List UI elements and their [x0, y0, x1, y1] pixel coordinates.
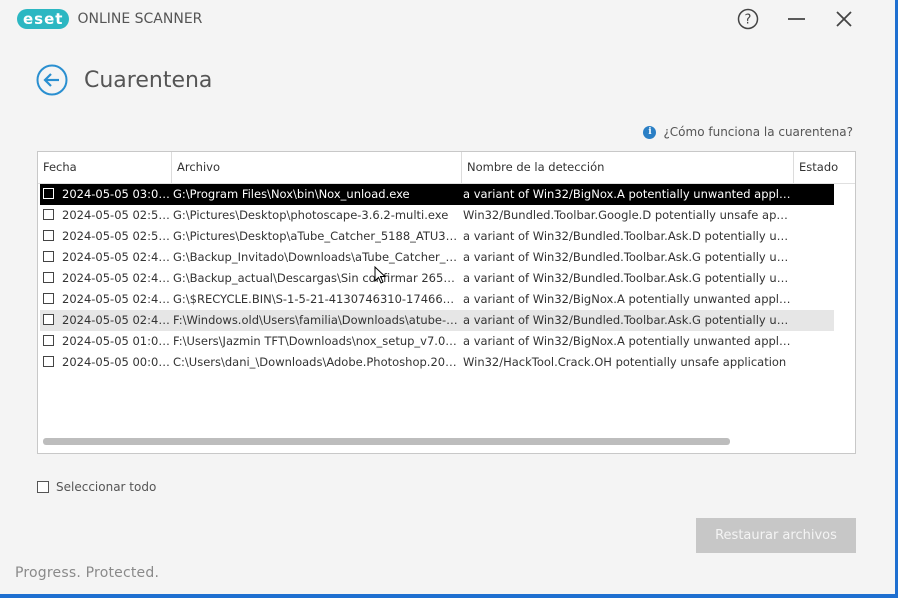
row-checkbox[interactable]	[43, 230, 54, 241]
horizontal-scrollbar[interactable]	[43, 438, 730, 445]
product-name: ONLINE SCANNER	[77, 11, 203, 27]
quarantine-table: Fecha Archivo Nombre de la detección Est…	[37, 151, 856, 454]
table-row[interactable]: 2024-05-05 03:00:57 G:\Program Files\Nox…	[40, 184, 834, 205]
restore-files-button[interactable]: Restaurar archivos	[696, 518, 856, 553]
row-checkbox[interactable]	[43, 188, 54, 199]
page-title: Cuarentena	[84, 68, 213, 93]
row-checkbox[interactable]	[43, 251, 54, 262]
quarantine-help-text: ¿Cómo funciona la cuarentena?	[663, 125, 853, 139]
row-file: G:\$RECYCLE.BIN\S-1-5-21-4130746310-1746…	[173, 292, 460, 306]
row-detection: Win32/Bundled.Toolbar.Google.D potential…	[463, 208, 793, 222]
row-checkbox[interactable]	[43, 272, 54, 283]
row-checkbox[interactable]	[43, 356, 54, 367]
minimize-icon	[788, 18, 805, 20]
row-checkbox[interactable]	[43, 335, 54, 346]
row-file: C:\Users\dani_\Downloads\Adobe.Photoshop…	[173, 355, 460, 369]
help-button[interactable]: ?	[737, 8, 759, 30]
row-file: G:\Pictures\Desktop\aTube_Catcher_5188_A…	[173, 229, 460, 243]
column-header-detection[interactable]: Nombre de la detección	[462, 152, 794, 183]
row-date: 2024-05-05 02:47:56	[62, 250, 172, 264]
table-rows: 2024-05-05 03:00:57 G:\Program Files\Nox…	[40, 184, 834, 373]
row-detection: a variant of Win32/Bundled.Toolbar.Ask.G…	[463, 250, 793, 264]
row-file: G:\Pictures\Desktop\photoscape-3.6.2-mul…	[173, 208, 449, 222]
row-detection: a variant of Win32/Bundled.Toolbar.Ask.D…	[463, 229, 793, 243]
row-detection: a variant of Win32/BigNox.A potentially …	[463, 187, 793, 201]
row-detection: a variant of Win32/BigNox.A potentially …	[463, 292, 793, 306]
row-detection: a variant of Win32/Bundled.Toolbar.Ask.G…	[463, 313, 793, 327]
row-date: 2024-05-05 02:46:11	[62, 313, 172, 327]
mouse-cursor-icon	[374, 265, 387, 288]
row-detection: a variant of Win32/Bundled.Toolbar.Ask.G…	[463, 271, 793, 285]
row-date: 2024-05-05 01:04:44	[62, 334, 172, 348]
table-row[interactable]: 2024-05-05 02:47:56 G:\Backup_Invitado\D…	[40, 247, 834, 268]
help-icon: ?	[737, 8, 759, 30]
table-row[interactable]: 2024-05-05 02:47:11 G:\$RECYCLE.BIN\S-1-…	[40, 289, 834, 310]
row-checkbox[interactable]	[43, 293, 54, 304]
row-date: 2024-05-05 02:47:31	[62, 271, 172, 285]
row-file: G:\Program Files\Nox\bin\Nox_unload.exe	[173, 187, 410, 201]
table-row[interactable]: 2024-05-05 02:55:15 G:\Pictures\Desktop\…	[40, 205, 834, 226]
row-checkbox[interactable]	[43, 314, 54, 325]
close-button[interactable]	[833, 8, 855, 30]
column-header-date[interactable]: Fecha	[38, 152, 172, 183]
row-checkbox[interactable]	[43, 209, 54, 220]
minimize-button[interactable]	[785, 8, 807, 30]
row-date: 2024-05-05 03:00:57	[62, 187, 172, 201]
column-header-status[interactable]: Estado	[794, 152, 855, 183]
table-row[interactable]: 2024-05-05 02:47:31 G:\Backup_actual\Des…	[40, 268, 834, 289]
row-date: 2024-05-05 00:03:11	[62, 355, 172, 369]
select-all-label: Seleccionar todo	[56, 480, 157, 494]
column-header-file[interactable]: Archivo	[172, 152, 462, 183]
svg-text:?: ?	[745, 13, 752, 28]
row-date: 2024-05-05 02:55:15	[62, 208, 172, 222]
row-date: 2024-05-05 02:47:11	[62, 292, 172, 306]
table-row[interactable]: 2024-05-05 01:04:44 F:\Users\Jazmin TFT\…	[40, 331, 834, 352]
row-file: F:\Windows.old\Users\familia\Downloads\a…	[173, 313, 460, 327]
select-all-checkbox[interactable]: Seleccionar todo	[37, 480, 156, 494]
quarantine-help-link[interactable]: i ¿Cómo funciona la cuarentena?	[643, 125, 853, 139]
brand: eset ONLINE SCANNER	[17, 9, 202, 29]
table-row[interactable]: 2024-05-05 02:55:07 G:\Pictures\Desktop\…	[40, 226, 834, 247]
eset-logo: eset	[17, 9, 70, 29]
table-row[interactable]: 2024-05-05 00:03:11 C:\Users\dani_\Downl…	[40, 352, 834, 373]
row-detection: a variant of Win32/BigNox.A potentially …	[463, 334, 793, 348]
info-icon: i	[643, 125, 657, 139]
table-header: Fecha Archivo Nombre de la detección Est…	[38, 152, 855, 184]
row-detection: Win32/HackTool.Crack.OH potentially unsa…	[463, 355, 787, 369]
back-button[interactable]	[36, 64, 68, 96]
close-icon	[836, 11, 852, 27]
app-window: eset ONLINE SCANNER ? Cuarentena i ¿Cómo…	[0, 0, 898, 598]
row-file: G:\Backup_actual\Descargas\Sin confirmar…	[173, 271, 460, 285]
table-row[interactable]: 2024-05-05 02:46:11 F:\Windows.old\Users…	[40, 310, 834, 331]
row-file: G:\Backup_Invitado\Downloads\aTube_Catch…	[173, 250, 460, 264]
row-date: 2024-05-05 02:55:07	[62, 229, 172, 243]
tagline: Progress. Protected.	[15, 565, 160, 581]
arrow-left-icon	[36, 64, 68, 96]
row-file: F:\Users\Jazmin TFT\Downloads\nox_setup_…	[173, 334, 460, 348]
select-all-box[interactable]	[37, 481, 49, 493]
